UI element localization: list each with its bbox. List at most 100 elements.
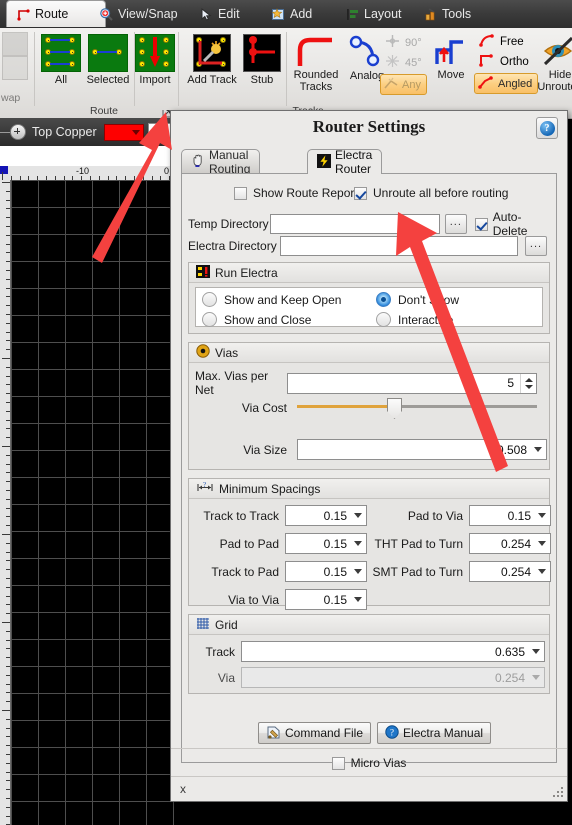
dont-show-radio[interactable] — [376, 292, 391, 307]
angle-any-toggle[interactable]: Any — [380, 74, 427, 95]
spinner-arrows-icon[interactable] — [520, 373, 536, 393]
via-size-label: Via Size — [243, 442, 287, 457]
resize-grip-icon[interactable] — [553, 787, 563, 797]
unroute-all-checkbox[interactable] — [354, 186, 367, 200]
show-and-close-radio[interactable] — [202, 312, 217, 327]
tht-pad-to-turn-combo[interactable]: 0.254 — [469, 533, 551, 554]
grid-icon — [196, 617, 210, 633]
smt-pad-to-turn-combo[interactable]: 0.254 — [469, 561, 551, 582]
tab-electra-router[interactable]: Electra Router — [307, 148, 383, 176]
add-track-button[interactable]: Add Track — [184, 34, 240, 87]
route-import-button[interactable]: Import — [134, 34, 176, 87]
minimum-spacings-group: ? Minimum Spacings Track to Track 0.15 P… — [188, 478, 551, 610]
help-question-icon: ? — [539, 120, 555, 136]
via-size-combo[interactable]: 0.508 — [297, 439, 547, 460]
ruler-tick — [6, 243, 10, 245]
interactive-radio[interactable] — [376, 312, 391, 327]
pad-to-pad-combo[interactable]: 0.15 — [285, 533, 367, 554]
ruler-tick — [6, 481, 10, 483]
grid-line-horizontal — [11, 342, 175, 343]
ruler-tick — [6, 727, 10, 729]
electra-manual-button[interactable]: ? Electra Manual — [377, 722, 492, 744]
ruler-tick — [6, 428, 10, 430]
option-interactive[interactable]: Interactive — [376, 312, 453, 327]
ribbon-tab-add[interactable]: Add — [262, 0, 321, 28]
track-to-pad-row: Track to Pad 0.15 — [193, 561, 367, 582]
angle-45-label: 45° — [405, 56, 422, 69]
ribbon-tab-edit[interactable]: Edit — [190, 0, 249, 28]
via-cost-slider[interactable] — [297, 397, 537, 419]
tab-manual-routing[interactable]: Manual Routing — [181, 148, 261, 176]
ruler-tick — [6, 278, 10, 280]
show-route-report-checkbox[interactable] — [234, 186, 247, 200]
route-icon — [16, 7, 31, 22]
track-to-pad-combo[interactable]: 0.15 — [285, 561, 367, 582]
ribbon-tab-layout[interactable]: Layout — [336, 0, 411, 28]
interactive-label: Interactive — [398, 312, 454, 327]
grid-line-horizontal — [11, 369, 175, 370]
track-to-track-row: Track to Track 0.15 — [193, 505, 367, 526]
max-vias-spinner[interactable]: 5 — [287, 372, 537, 394]
spacing-measure-icon: ? — [196, 481, 214, 497]
micro-vias-checkbox[interactable] — [331, 756, 345, 770]
rounded-tracks-button[interactable]: Rounded Tracks — [288, 34, 344, 93]
pad-to-pad-row: Pad to Pad 0.15 — [193, 533, 367, 554]
editor-white-strip — [0, 146, 175, 167]
angle-90-toggle[interactable]: 90° — [384, 34, 422, 51]
dialog-action-buttons: Command File ? Electra Manual — [258, 722, 492, 744]
ortho-toggle[interactable]: Ortho — [478, 53, 529, 70]
ruler-tick — [6, 305, 10, 307]
electra-directory-input[interactable] — [280, 236, 518, 256]
dialog-close-x[interactable]: x — [180, 782, 186, 796]
move-button[interactable]: Move — [428, 34, 474, 82]
vias-title: Vias — [215, 345, 239, 360]
layer-color-dropdown[interactable] — [103, 123, 144, 141]
command-file-button[interactable]: Command File — [258, 722, 372, 744]
grid-line-vertical — [119, 180, 120, 825]
grid-header: Grid — [189, 615, 549, 635]
help-button[interactable]: ? — [536, 117, 558, 139]
temp-directory-browse-button[interactable]: ... — [444, 214, 467, 234]
show-route-report-row[interactable]: Show Route Report — [234, 186, 358, 200]
ruler-tick — [6, 701, 10, 703]
via-cost-slider-knob[interactable] — [387, 398, 402, 419]
angled-toggle[interactable]: Angled — [474, 73, 539, 94]
grid-line-horizontal — [11, 396, 175, 397]
ribbon-tab-tools[interactable]: Tools — [414, 0, 480, 28]
smt-pad-to-turn-value: 0.254 — [500, 564, 531, 579]
hruler-label-1: 0 — [164, 166, 170, 176]
option-dont-show[interactable]: Don't Show — [376, 292, 459, 307]
route-selected-button[interactable]: Selected — [84, 34, 132, 87]
pcb-canvas[interactable] — [11, 180, 175, 825]
via-size-value: 0.508 — [496, 442, 527, 457]
grid-line-vertical — [65, 180, 66, 825]
add-layer-icon[interactable] — [10, 124, 26, 140]
via-to-via-value: 0.15 — [323, 592, 347, 607]
route-all-button[interactable]: All — [40, 34, 82, 87]
angle-45-toggle[interactable]: 45° — [384, 54, 422, 71]
magnifier-plus-icon — [99, 7, 114, 22]
grid-line-horizontal — [11, 180, 175, 181]
electra-directory-browse-button[interactable]: ... — [525, 236, 547, 256]
track-to-track-combo[interactable]: 0.15 — [285, 505, 367, 526]
hide-unrouted-button[interactable]: Hide Unrouted — [534, 34, 572, 93]
ruler-tick — [6, 674, 10, 676]
track-to-track-label: Track to Track — [203, 508, 279, 523]
option-show-keep-open[interactable]: Show and Keep Open — [202, 292, 341, 307]
grid-track-combo[interactable]: 0.635 — [241, 641, 545, 662]
ribbon-tab-viewsnap-label: View/Snap — [118, 7, 178, 21]
tab-electra-router-label: Electra Router — [335, 148, 373, 176]
free-toggle[interactable]: Free — [478, 33, 524, 50]
max-vias-row: Max. Vias per Net 5 — [195, 369, 537, 397]
option-show-and-close[interactable]: Show and Close — [202, 312, 311, 327]
show-keep-open-radio[interactable] — [202, 292, 217, 307]
via-to-via-combo[interactable]: 0.15 — [285, 589, 367, 610]
grid-line-horizontal — [11, 234, 175, 235]
unroute-all-row[interactable]: Unroute all before routing — [354, 186, 508, 200]
stub-button[interactable]: Stub — [240, 34, 284, 87]
auto-delete-checkbox[interactable] — [474, 217, 488, 231]
ribbon-tab-viewsnap[interactable]: View/Snap — [90, 0, 187, 28]
ruler-tick — [6, 542, 10, 544]
temp-directory-input[interactable] — [269, 214, 440, 234]
pad-to-via-combo[interactable]: 0.15 — [469, 505, 551, 526]
